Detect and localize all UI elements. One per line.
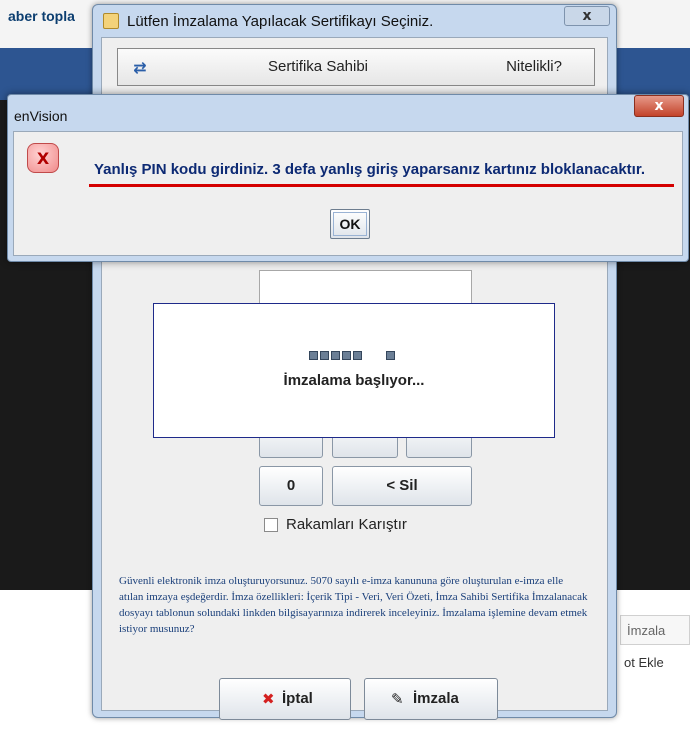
certificate-table: ⇄ Sertifika Sahibi Nitelikli? [117,48,595,86]
cancel-button[interactable]: ✖ İptal [219,678,351,720]
refresh-button[interactable]: ⇄ [118,49,163,85]
message-underline [89,184,674,187]
column-header-owner[interactable]: Sertifika Sahibi [162,49,475,85]
error-icon-glyph: X [36,149,50,168]
close-icon: x [582,8,592,24]
checkbox-box[interactable] [264,518,278,532]
shuffle-label: Rakamları Karıştır [286,516,407,533]
error-icon: X [27,143,59,173]
sign-label: İmzala [413,690,459,707]
progress-dot [353,351,362,360]
progress-dot [309,351,318,360]
sign-button[interactable]: ✎ İmzala [364,678,498,720]
delete-button[interactable]: < Sil [332,466,472,506]
progress-dot [386,351,395,360]
legal-info-text: Güvenli elektronik imza oluşturuyorsunuz… [119,575,588,635]
progress-dot [342,351,351,360]
progress-dot [331,351,340,360]
column-header-qualified[interactable]: Nitelikli? [474,49,594,85]
keypad-button-0[interactable]: 0 [259,466,323,506]
progress-dot [320,351,329,360]
signing-progress-popup: İmzalama başlıyor... [153,303,555,438]
background-row-text: ot Ekle [624,655,664,670]
java-app-icon [103,13,119,29]
background-column-header: İmzala [620,615,690,645]
progress-text: İmzalama başlıyor... [283,372,425,389]
refresh-icon: ⇄ [133,58,147,77]
dialog-title: Lütfen İmzalama Yapılacak Sertifikayı Se… [127,13,434,30]
error-dialog-body: X Yanlış PIN kodu girdiniz. 3 defa yanlı… [13,131,683,256]
error-close-button[interactable]: x [634,95,684,117]
error-message: Yanlış PIN kodu girdiniz. 3 defa yanlış … [94,161,646,178]
background-page-title: aber topla [8,8,75,24]
dialog-titlebar[interactable]: Lütfen İmzalama Yapılacak Sertifikayı Se… [93,5,616,37]
cancel-label: İptal [282,690,313,707]
pen-icon: ✎ [391,690,404,708]
close-icon: x [654,98,664,114]
x-icon: ✖ [262,690,275,708]
error-dialog: enVision x X Yanlış PIN kodu girdiniz. 3… [7,94,689,262]
error-dialog-title: enVision [14,108,68,124]
ok-button[interactable]: OK [330,209,370,239]
dialog-close-button[interactable]: x [564,6,610,26]
